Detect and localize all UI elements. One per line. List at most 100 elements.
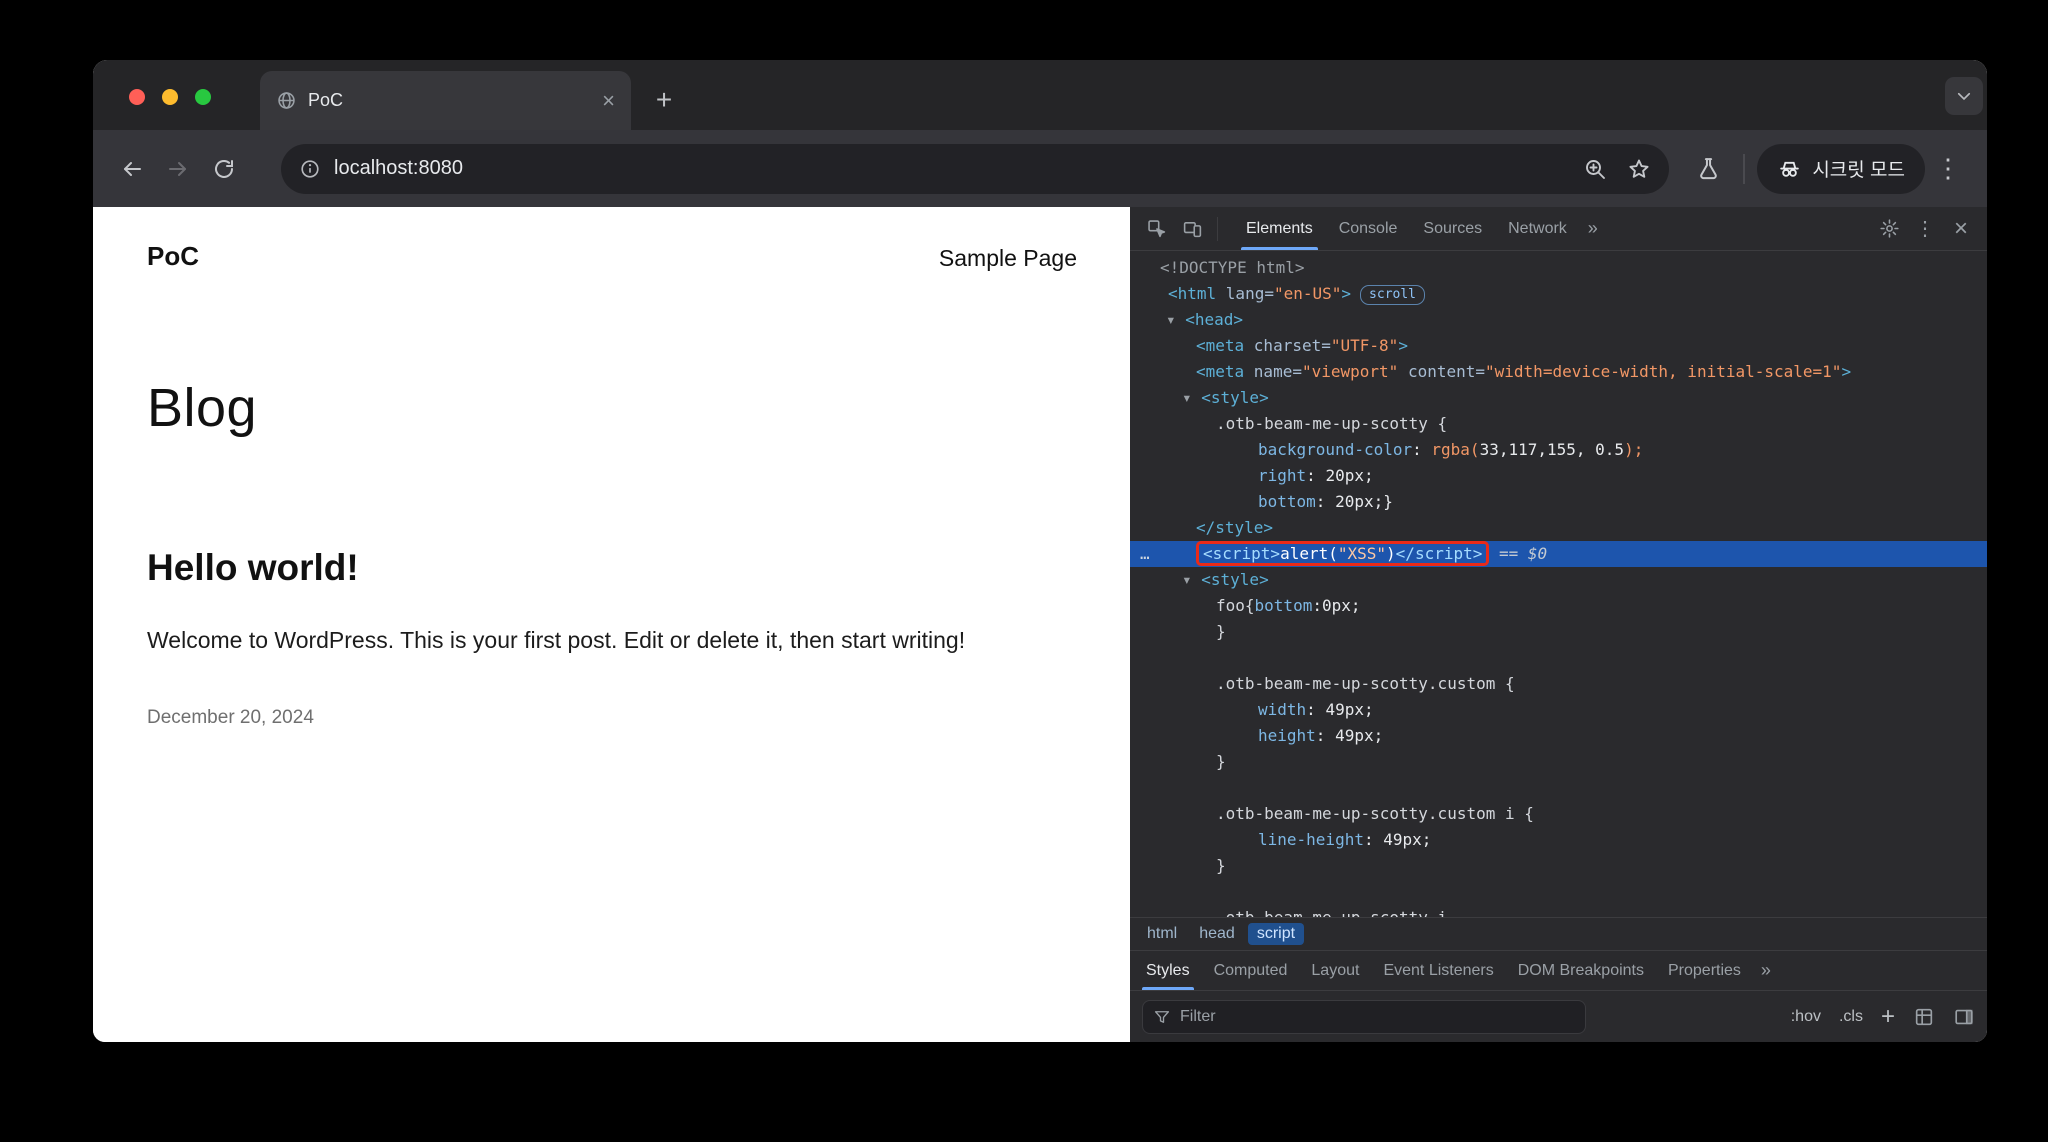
code-token: foo{	[1216, 596, 1255, 615]
browser-menu-button[interactable]: ⋮	[1925, 146, 1971, 192]
close-tab-icon[interactable]: ×	[602, 89, 615, 112]
styles-filter-input[interactable]	[1180, 1007, 1575, 1026]
sidebar-tab-properties[interactable]: Properties	[1656, 951, 1753, 990]
code-token: </style>	[1196, 518, 1274, 537]
dom-breadcrumbs: html head script	[1130, 917, 1987, 950]
tree-line[interactable]: bottom: 20px;}	[1130, 489, 1987, 515]
tree-line[interactable]: width: 49px;	[1130, 697, 1987, 723]
tree-line[interactable]: .otb-beam-me-up-scotty {	[1130, 411, 1987, 437]
close-window-button[interactable]	[129, 89, 145, 105]
tree-line[interactable]: <meta charset="UTF-8">	[1130, 333, 1987, 359]
nav-link-sample-page[interactable]: Sample Page	[939, 245, 1077, 272]
tree-line[interactable]: <meta name="viewport" content="width=dev…	[1130, 359, 1987, 385]
tree-line-selected[interactable]: … <script>alert("XSS")</script> == $0	[1130, 541, 1987, 567]
code-token: }	[1216, 856, 1226, 875]
code-token: <script>	[1203, 544, 1281, 563]
device-toolbar-button[interactable]	[1174, 211, 1210, 247]
tree-line[interactable]	[1130, 645, 1987, 671]
labs-button[interactable]	[1685, 146, 1731, 192]
style-editor-icon[interactable]	[1913, 1006, 1935, 1028]
scroll-badge[interactable]: scroll	[1360, 284, 1426, 305]
code-token: "width=device-width, initial-scale=1"	[1485, 362, 1842, 381]
site-info-icon[interactable]	[299, 158, 321, 180]
sidebar-tab-layout[interactable]: Layout	[1299, 951, 1371, 990]
code-token: );	[1624, 440, 1644, 459]
toggle-hover-state-button[interactable]: :hov	[1791, 1008, 1821, 1026]
devtools-tab-network[interactable]: Network	[1495, 207, 1580, 250]
tree-line[interactable]	[1130, 879, 1987, 905]
tree-line[interactable]: <!DOCTYPE html>	[1130, 255, 1987, 281]
tree-line[interactable]: }	[1130, 619, 1987, 645]
code-token: =	[1264, 284, 1274, 303]
url-text[interactable]: localhost:8080	[334, 157, 1583, 180]
forward-button[interactable]	[155, 146, 201, 192]
sidebar-tab-computed[interactable]: Computed	[1202, 951, 1300, 990]
code-token: background-color	[1258, 440, 1413, 459]
new-tab-button[interactable]: +	[646, 82, 682, 118]
code-token: "UTF-8"	[1330, 336, 1399, 355]
reload-button[interactable]	[201, 146, 247, 192]
tree-line[interactable]: .otb-beam-me-up-scotty i	[1130, 905, 1987, 917]
new-style-rule-button[interactable]: +	[1881, 1004, 1895, 1029]
code-token: rgba(	[1431, 440, 1480, 459]
sidebar-tab-styles[interactable]: Styles	[1134, 951, 1202, 990]
sidebar-toggle-icon[interactable]	[1953, 1006, 1975, 1028]
code-token: name	[1253, 362, 1293, 381]
code-token: <!DOCTYPE html>	[1160, 258, 1305, 277]
tree-line[interactable]: <html lang="en-US"> scroll	[1130, 281, 1987, 307]
zoom-icon[interactable]	[1583, 157, 1607, 181]
code-token: 49px;	[1383, 830, 1432, 849]
devtools-panel: Elements Console Sources Network » ⋮ × <!DO…	[1130, 207, 1987, 1042]
code-token: }	[1216, 752, 1226, 771]
inspect-element-button[interactable]	[1138, 211, 1174, 247]
tree-line[interactable]: </style>	[1130, 515, 1987, 541]
code-token: >	[1841, 362, 1852, 381]
breadcrumb-head[interactable]: head	[1190, 923, 1244, 945]
browser-tab[interactable]: PoC ×	[260, 71, 631, 130]
overflow-ellipsis-icon[interactable]: …	[1140, 541, 1150, 567]
tree-line[interactable]: ▾ <style>	[1130, 385, 1987, 411]
tree-line[interactable]: .otb-beam-me-up-scotty.custom i {	[1130, 801, 1987, 827]
bookmark-star-icon[interactable]	[1627, 157, 1651, 181]
code-token: .otb-beam-me-up-scotty.custom {	[1216, 674, 1515, 693]
zoom-window-button[interactable]	[195, 89, 211, 105]
tree-line[interactable]	[1130, 775, 1987, 801]
sidebar-tab-dom-breakpoints[interactable]: DOM Breakpoints	[1506, 951, 1656, 990]
back-button[interactable]	[109, 146, 155, 192]
devtools-tab-console[interactable]: Console	[1326, 207, 1411, 250]
toggle-classes-button[interactable]: .cls	[1839, 1008, 1863, 1026]
incognito-icon	[1780, 161, 1800, 177]
tree-line[interactable]: right: 20px;	[1130, 463, 1987, 489]
breadcrumb-html[interactable]: html	[1138, 923, 1186, 945]
tree-line[interactable]: background-color: rgba(33,117,155, 0.5);	[1130, 437, 1987, 463]
sidebar-more-tabs-button[interactable]: »	[1753, 960, 1779, 981]
devtools-settings-button[interactable]	[1871, 211, 1907, 247]
globe-icon	[278, 92, 295, 109]
url-bar[interactable]: localhost:8080	[281, 143, 1670, 194]
tree-line[interactable]: ▾ <style>	[1130, 567, 1987, 593]
tree-line[interactable]: }	[1130, 749, 1987, 775]
styles-filter-bar: :hov .cls +	[1130, 990, 1987, 1042]
devtools-tab-sources[interactable]: Sources	[1410, 207, 1495, 250]
devtools-close-button[interactable]: ×	[1943, 211, 1979, 247]
code-token: bottom	[1258, 492, 1316, 511]
tree-line[interactable]: .otb-beam-me-up-scotty.custom {	[1130, 671, 1987, 697]
devtools-menu-button[interactable]: ⋮	[1907, 211, 1943, 247]
tree-line[interactable]: foo{bottom:0px;	[1130, 593, 1987, 619]
code-token: 0px;	[1321, 596, 1361, 615]
tree-line[interactable]: ▾ <head>	[1130, 307, 1987, 333]
site-title[interactable]: PoC	[147, 241, 199, 272]
post-title[interactable]: Hello world!	[147, 547, 359, 589]
tree-line[interactable]: }	[1130, 853, 1987, 879]
minimize-window-button[interactable]	[162, 89, 178, 105]
devtools-tab-elements[interactable]: Elements	[1233, 207, 1326, 250]
breadcrumb-script[interactable]: script	[1247, 923, 1305, 945]
sidebar-tab-event-listeners[interactable]: Event Listeners	[1371, 951, 1505, 990]
tab-search-button[interactable]	[1945, 77, 1983, 115]
browser-window: PoC × + localhost:8080 시크릿 모드 ⋮ PoC Samp…	[93, 60, 1987, 1042]
more-tabs-button[interactable]: »	[1580, 218, 1606, 239]
tree-line[interactable]: line-height: 49px;	[1130, 827, 1987, 853]
tree-line[interactable]: height: 49px;	[1130, 723, 1987, 749]
toolbar-divider	[1217, 216, 1218, 241]
post-date: December 20, 2024	[147, 707, 314, 728]
